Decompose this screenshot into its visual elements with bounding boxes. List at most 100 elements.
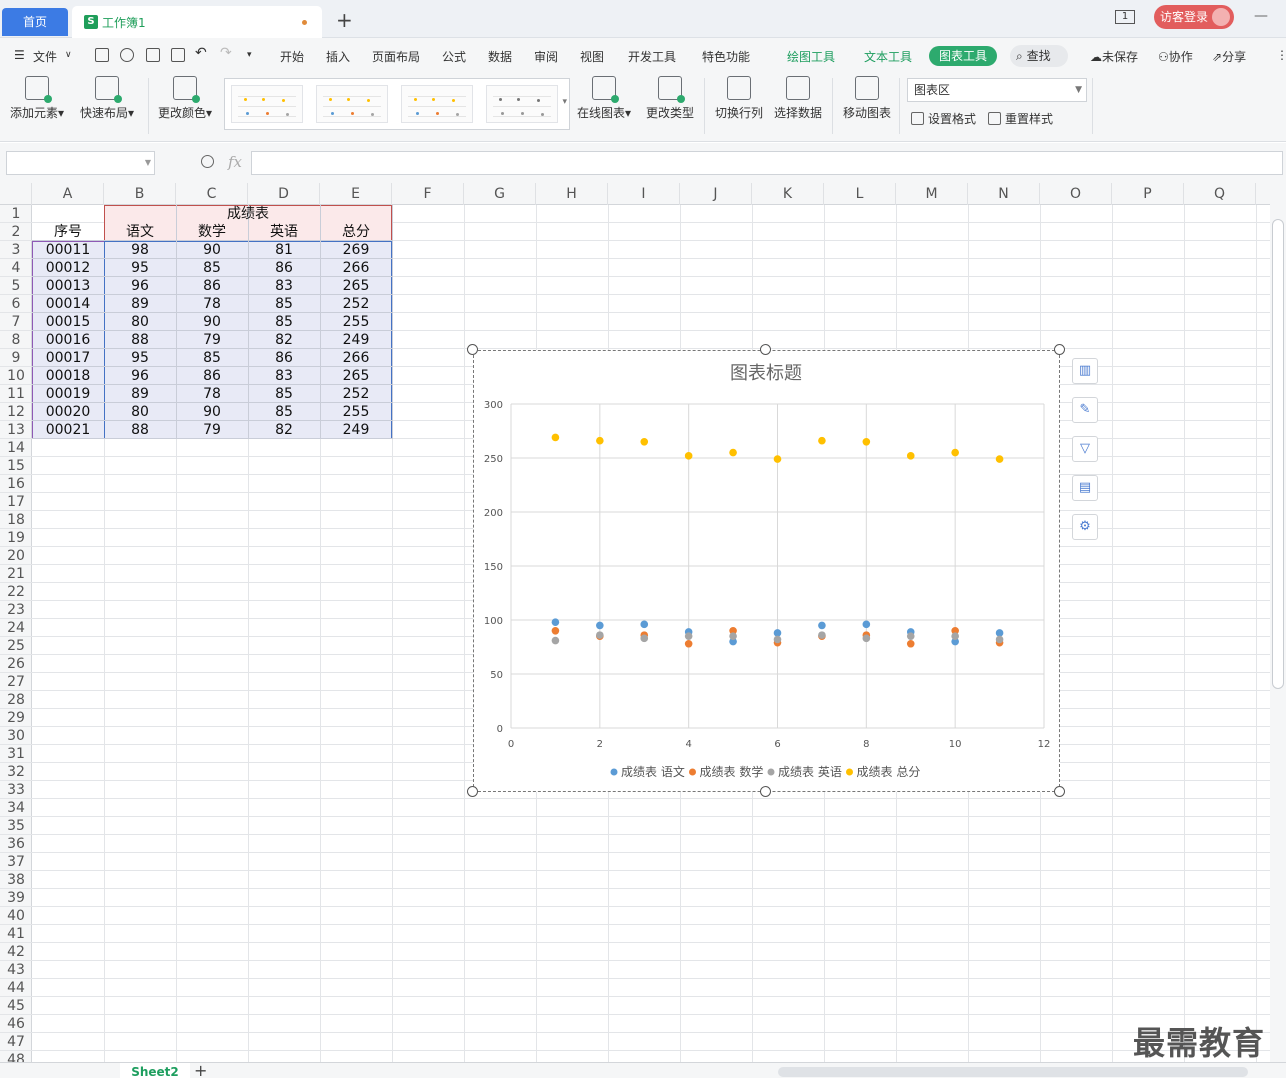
horizontal-scrollbar[interactable] bbox=[778, 1067, 1248, 1077]
row-header-4[interactable]: 4 bbox=[0, 259, 32, 277]
table-cell[interactable]: 79 bbox=[176, 331, 248, 349]
row-header-3[interactable]: 3 bbox=[0, 241, 32, 259]
table-cell[interactable]: 00019 bbox=[32, 385, 104, 403]
table-cell[interactable]: 255 bbox=[320, 313, 392, 331]
menu-tab-features[interactable]: 特色功能 bbox=[702, 48, 750, 65]
collaborate-button[interactable]: ⚇协作 bbox=[1158, 48, 1193, 65]
table-cell[interactable]: 249 bbox=[320, 331, 392, 349]
row-header-30[interactable]: 30 bbox=[0, 727, 32, 745]
row-header-45[interactable]: 45 bbox=[0, 997, 32, 1015]
column-header-h[interactable]: H bbox=[536, 183, 608, 205]
table-cell[interactable]: 266 bbox=[320, 349, 392, 367]
table-cell[interactable]: 252 bbox=[320, 295, 392, 313]
row-header-42[interactable]: 42 bbox=[0, 943, 32, 961]
workbook-tab[interactable]: S 工作簿1 bbox=[72, 6, 322, 38]
menu-tab-formula[interactable]: 公式 bbox=[442, 48, 466, 65]
set-format-button[interactable]: 设置格式 bbox=[911, 110, 976, 127]
column-header-d[interactable]: D bbox=[248, 183, 320, 205]
zoom-icon[interactable] bbox=[201, 155, 214, 168]
chart-style-gallery[interactable]: ▾ bbox=[224, 78, 570, 130]
window-count-icon[interactable]: 1 bbox=[1115, 10, 1135, 24]
row-header-2[interactable]: 2 bbox=[0, 223, 32, 241]
row-header-31[interactable]: 31 bbox=[0, 745, 32, 763]
table-cell[interactable]: 88 bbox=[104, 331, 176, 349]
table-cell[interactable]: 00011 bbox=[32, 241, 104, 259]
vertical-scroll-thumb[interactable] bbox=[1272, 219, 1284, 689]
row-header-38[interactable]: 38 bbox=[0, 871, 32, 889]
column-header-q[interactable]: Q bbox=[1184, 183, 1256, 205]
resize-handle[interactable] bbox=[467, 344, 478, 355]
table-cell[interactable]: 88 bbox=[104, 421, 176, 439]
table-cell[interactable]: 00020 bbox=[32, 403, 104, 421]
reset-style-button[interactable]: 重置样式 bbox=[988, 110, 1053, 127]
row-header-12[interactable]: 12 bbox=[0, 403, 32, 421]
column-header-e[interactable]: E bbox=[320, 183, 392, 205]
row-header-46[interactable]: 46 bbox=[0, 1015, 32, 1033]
chevron-down-icon[interactable]: ∨ bbox=[65, 50, 72, 60]
table-cell[interactable]: 80 bbox=[104, 313, 176, 331]
table-cell[interactable]: 00014 bbox=[32, 295, 104, 313]
move-chart-button[interactable]: 移动图表 bbox=[843, 76, 891, 121]
column-header-a[interactable]: A bbox=[32, 183, 104, 205]
table-cell[interactable]: 85 bbox=[176, 259, 248, 277]
column-header-g[interactable]: G bbox=[464, 183, 536, 205]
sheet-tab-sheet2[interactable]: Sheet2 bbox=[120, 1063, 190, 1079]
chart-style-thumb[interactable] bbox=[316, 85, 388, 123]
table-cell[interactable]: 89 bbox=[104, 295, 176, 313]
table-cell[interactable]: 78 bbox=[176, 295, 248, 313]
chart-elements-icon[interactable]: ▥ bbox=[1072, 358, 1098, 384]
row-header-33[interactable]: 33 bbox=[0, 781, 32, 799]
row-header-18[interactable]: 18 bbox=[0, 511, 32, 529]
column-header-m[interactable]: M bbox=[896, 183, 968, 205]
row-header-27[interactable]: 27 bbox=[0, 673, 32, 691]
menu-tab-developer[interactable]: 开发工具 bbox=[628, 48, 676, 65]
style-brush-icon[interactable]: ✎ bbox=[1072, 397, 1098, 423]
table-cell[interactable]: 90 bbox=[176, 241, 248, 259]
table-cell[interactable]: 82 bbox=[248, 421, 320, 439]
table-cell[interactable]: 00016 bbox=[32, 331, 104, 349]
column-header-l[interactable]: L bbox=[824, 183, 896, 205]
column-header-k[interactable]: K bbox=[752, 183, 824, 205]
table-header-cell[interactable]: 总分 bbox=[320, 223, 392, 241]
table-cell[interactable]: 85 bbox=[176, 349, 248, 367]
table-cell[interactable]: 95 bbox=[104, 349, 176, 367]
row-header-26[interactable]: 26 bbox=[0, 655, 32, 673]
add-sheet-button[interactable]: + bbox=[194, 1061, 207, 1080]
more-menu-icon[interactable]: ⋮ bbox=[1276, 48, 1286, 62]
hamburger-icon[interactable]: ☰ bbox=[14, 48, 25, 62]
row-header-37[interactable]: 37 bbox=[0, 853, 32, 871]
chart-style-thumb[interactable] bbox=[231, 85, 303, 123]
select-data-button[interactable]: 选择数据 bbox=[774, 76, 822, 121]
select-all-corner[interactable] bbox=[0, 183, 32, 205]
more-quick-access-icon[interactable]: ▾ bbox=[247, 50, 252, 60]
resize-handle[interactable] bbox=[760, 344, 771, 355]
table-cell[interactable]: 86 bbox=[176, 367, 248, 385]
table-cell[interactable]: 00012 bbox=[32, 259, 104, 277]
table-cell[interactable]: 00015 bbox=[32, 313, 104, 331]
resize-handle[interactable] bbox=[760, 786, 771, 797]
column-header-i[interactable]: I bbox=[608, 183, 680, 205]
table-cell[interactable]: 265 bbox=[320, 277, 392, 295]
quick-layout-button[interactable]: 快速布局▾ bbox=[80, 76, 134, 121]
table-cell[interactable]: 80 bbox=[104, 403, 176, 421]
chart-element-select[interactable]: 图表区 ▼ bbox=[907, 78, 1087, 102]
row-header-41[interactable]: 41 bbox=[0, 925, 32, 943]
menu-tab-drawing-tools[interactable]: 绘图工具 bbox=[787, 48, 835, 65]
resize-handle[interactable] bbox=[1054, 786, 1065, 797]
table-cell[interactable]: 00021 bbox=[32, 421, 104, 439]
vertical-scrollbar[interactable] bbox=[1270, 183, 1286, 1063]
scatter-chart[interactable]: 图表标题 0 50 100 150 200 250 300 0 2 4 6 8 10 12 成绩表 语文 成绩表… bbox=[473, 350, 1060, 792]
table-cell[interactable]: 00017 bbox=[32, 349, 104, 367]
save-icon[interactable] bbox=[95, 48, 109, 62]
row-header-7[interactable]: 7 bbox=[0, 313, 32, 331]
table-cell[interactable]: 79 bbox=[176, 421, 248, 439]
row-header-44[interactable]: 44 bbox=[0, 979, 32, 997]
table-cell[interactable]: 266 bbox=[320, 259, 392, 277]
column-header-b[interactable]: B bbox=[104, 183, 176, 205]
table-cell[interactable]: 89 bbox=[104, 385, 176, 403]
table-cell[interactable]: 86 bbox=[248, 259, 320, 277]
change-color-button[interactable]: 更改颜色▾ bbox=[158, 76, 212, 121]
table-cell[interactable]: 86 bbox=[248, 349, 320, 367]
menu-tab-chart-tools[interactable]: 图表工具 bbox=[929, 46, 997, 66]
new-tab-button[interactable]: + bbox=[336, 8, 353, 32]
